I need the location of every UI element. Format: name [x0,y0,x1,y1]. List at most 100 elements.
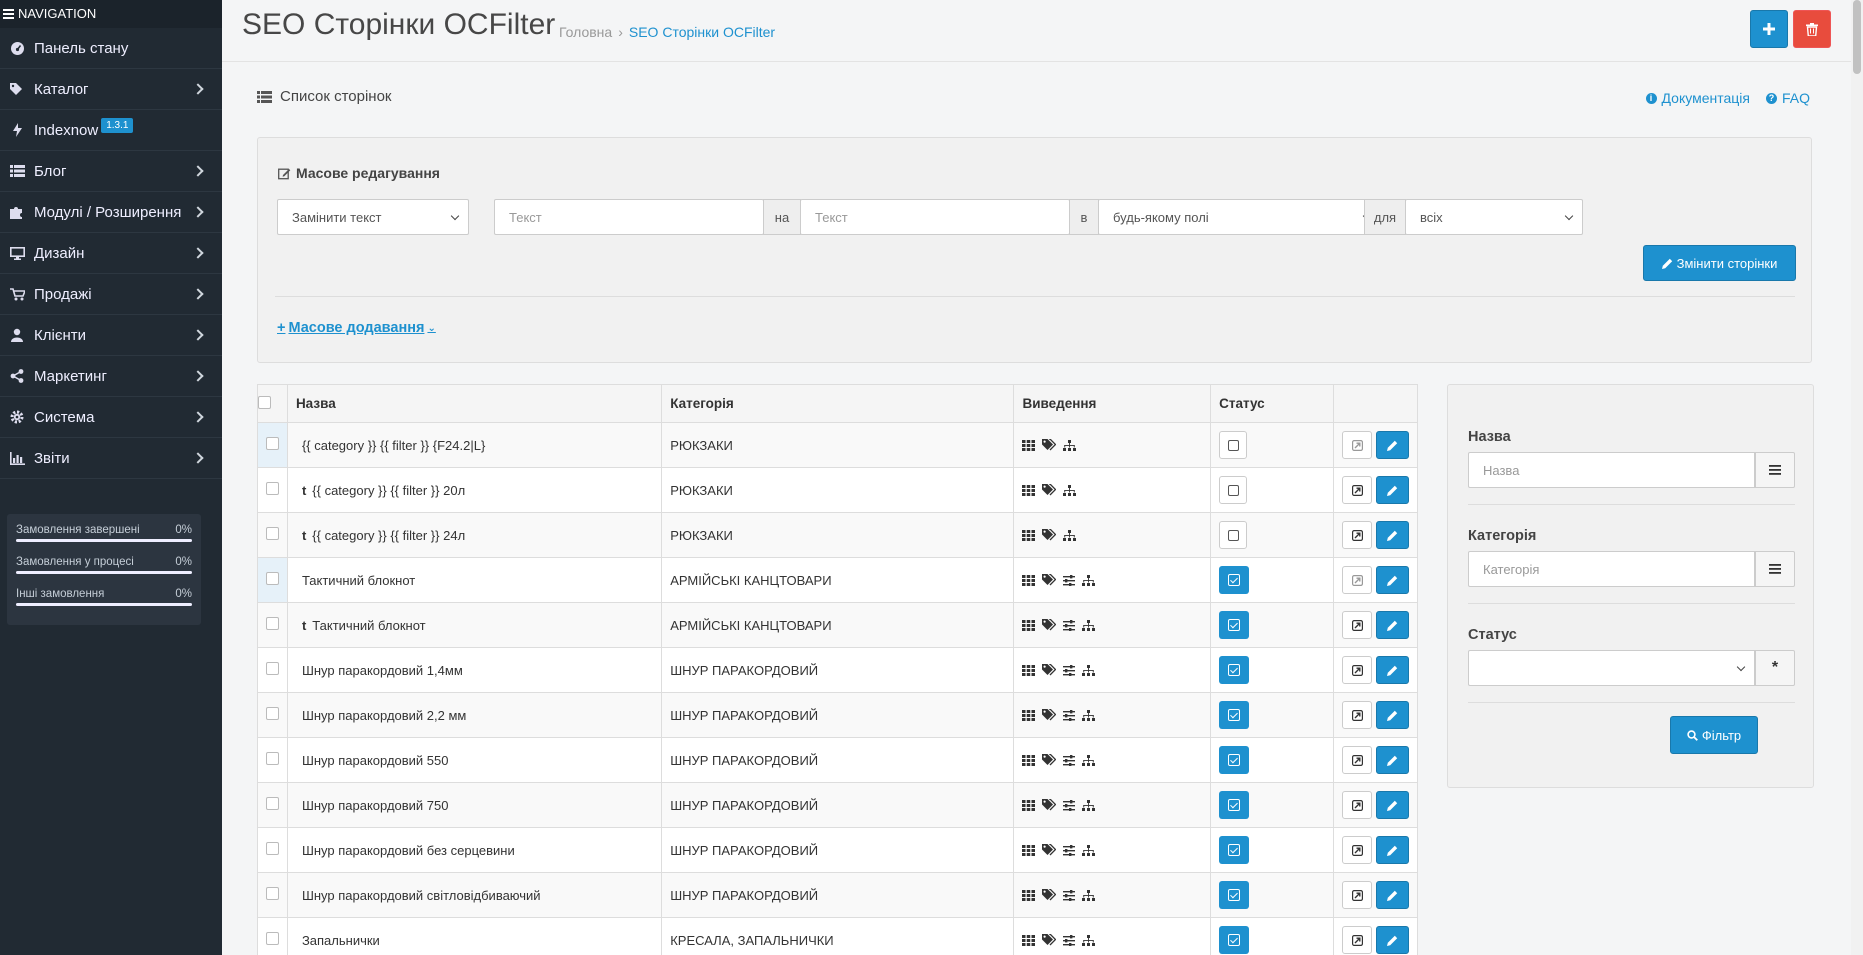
sidebar-item-6[interactable]: Продажі [0,274,222,315]
filter-category-input[interactable]: Категорія [1468,551,1755,587]
row-checkbox[interactable] [265,842,279,855]
add-button[interactable] [1750,10,1788,48]
edit-button[interactable] [1376,746,1409,774]
edit-button[interactable] [1376,926,1409,954]
filter-status-reset-button[interactable]: * [1755,650,1795,686]
open-page-button[interactable] [1342,836,1372,864]
order-stat-label: Замовлення завершені [16,524,140,536]
sidebar-item-3[interactable]: Блог [0,151,222,192]
edit-button[interactable] [1376,521,1409,549]
select-all-checkbox[interactable] [258,395,271,409]
row-checkbox[interactable] [265,752,279,765]
filter-name-input[interactable]: Назва [1468,452,1755,488]
status-toggle[interactable] [1219,791,1250,819]
sidebar-item-0[interactable]: Панель стану [0,28,222,69]
edit-button[interactable] [1376,476,1409,504]
tags-icon [1042,664,1057,676]
row-checkbox[interactable] [265,437,279,450]
faq-link[interactable]: ? FAQ [1765,90,1810,106]
sidebar-item-2[interactable]: Indexnow 1.3.1 [0,110,222,151]
status-toggle[interactable] [1219,431,1248,459]
row-actions-cell [1333,782,1418,828]
row-checkbox[interactable] [265,572,279,585]
edit-button[interactable] [1376,881,1409,909]
row-checkbox[interactable] [265,932,279,945]
row-actions-cell [1333,827,1418,873]
divider [275,296,1795,297]
open-page-button[interactable] [1342,611,1372,639]
open-page-button[interactable] [1342,476,1372,504]
breadcrumb-current[interactable]: SEO Сторінки OCFilter [629,24,775,40]
status-toggle[interactable] [1219,611,1250,639]
external-link-icon [1351,799,1363,811]
open-page-button[interactable] [1342,521,1372,549]
nav-header[interactable]: NAVIGATION [0,0,222,28]
delete-button[interactable] [1793,10,1831,48]
column-status[interactable]: Статус [1210,384,1334,423]
status-toggle[interactable] [1219,701,1250,729]
status-toggle[interactable] [1219,836,1250,864]
filter-button[interactable]: Фільтр [1670,716,1758,754]
sidebar-item-8[interactable]: Маркетинг [0,356,222,397]
row-status-cell [1210,512,1334,558]
mass-add-link[interactable]: + Масове додавання ⌄ [277,320,436,336]
sidebar-item-10[interactable]: Звіти [0,438,222,479]
sidebar-item-1[interactable]: Каталог [0,69,222,110]
sidebar-item-4[interactable]: Модулі / Розширення [0,192,222,233]
open-page-button[interactable] [1342,881,1372,909]
edit-button[interactable] [1376,836,1409,864]
edit-button[interactable] [1376,701,1409,729]
status-toggle[interactable] [1219,521,1248,549]
open-page-button[interactable] [1342,431,1372,459]
status-toggle[interactable] [1219,476,1248,504]
grid-icon [1022,934,1036,946]
breadcrumb-home[interactable]: Головна [559,24,612,40]
open-page-button[interactable] [1342,566,1372,594]
row-checkbox[interactable] [265,797,279,810]
edit-button[interactable] [1376,791,1409,819]
row-checkbox[interactable] [265,482,279,495]
action-select[interactable]: Замінити текст [277,199,469,235]
filter-category-list-button[interactable] [1755,551,1795,587]
status-toggle[interactable] [1219,926,1250,954]
status-toggle[interactable] [1219,656,1250,684]
sidebar-item-5[interactable]: Дизайн [0,233,222,274]
status-toggle[interactable] [1219,881,1250,909]
status-toggle[interactable] [1219,566,1250,594]
row-checkbox[interactable] [265,527,279,540]
open-page-button[interactable] [1342,701,1372,729]
open-page-button[interactable] [1342,656,1372,684]
text-from-input[interactable]: Текст [494,199,764,235]
scrollbar-thumb[interactable] [1853,0,1861,74]
filter-name-list-button[interactable] [1755,452,1795,488]
sidebar-item-label: Каталог [34,80,89,98]
edit-button[interactable] [1376,611,1409,639]
documentation-link[interactable]: i Документація [1645,90,1750,106]
scrollbar[interactable] [1851,0,1863,955]
open-page-button[interactable] [1342,926,1372,954]
field-select[interactable]: будь-якому полі [1098,199,1381,235]
output-icons [1022,709,1202,721]
pencil-icon [1387,755,1398,766]
row-checkbox[interactable] [265,617,279,630]
row-checkbox[interactable] [265,707,279,720]
filter-status-select[interactable] [1468,650,1755,686]
change-pages-button[interactable]: Змінити сторінки [1643,245,1796,281]
edit-button[interactable] [1376,566,1409,594]
sidebar-item-9[interactable]: Система [0,397,222,438]
text-to-input[interactable]: Текст [800,199,1070,235]
status-toggle[interactable] [1219,746,1250,774]
documentation-link-label: Документація [1661,90,1750,106]
open-page-button[interactable] [1342,791,1372,819]
edit-button[interactable] [1376,656,1409,684]
row-name-cell: Шнур паракордовий 550 [286,737,663,783]
column-category[interactable]: Категорія [661,384,1015,423]
column-name[interactable]: Назва [286,384,663,423]
row-checkbox[interactable] [265,662,279,675]
edit-button[interactable] [1376,431,1409,459]
row-checkbox[interactable] [265,887,279,900]
user-icon [6,327,28,343]
sidebar-item-7[interactable]: Клієнти [0,315,222,356]
scope-select[interactable]: всіх [1405,199,1583,235]
open-page-button[interactable] [1342,746,1372,774]
